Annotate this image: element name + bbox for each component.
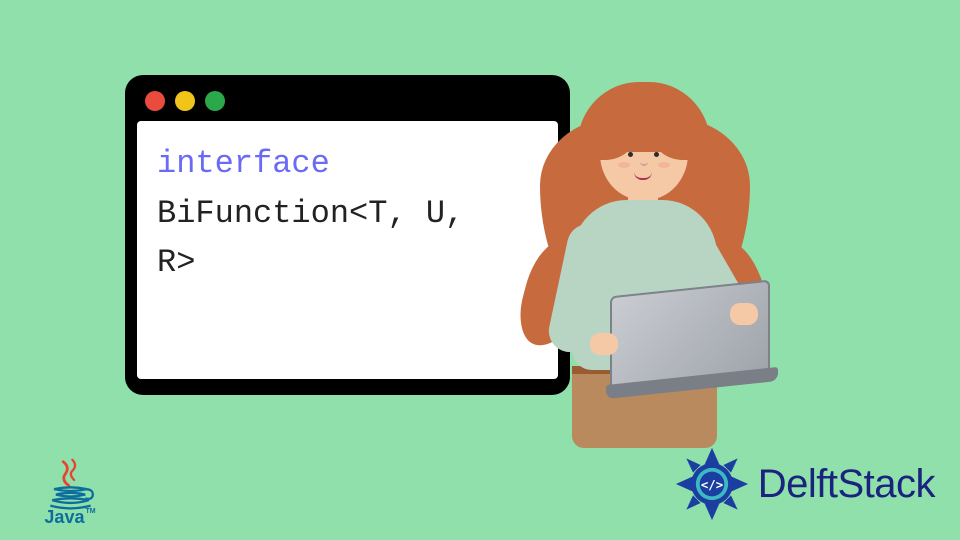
minimize-icon[interactable]	[175, 91, 195, 111]
java-cup-icon	[43, 458, 98, 513]
code-line-1: interface	[157, 139, 538, 189]
delftstack-emblem-icon: </>	[674, 446, 750, 522]
person-illustration	[500, 48, 820, 448]
maximize-icon[interactable]	[205, 91, 225, 111]
code-line-3: R>	[157, 238, 538, 288]
code-body: interface BiFunction<T, U, R>	[137, 121, 558, 379]
svg-text:</>: </>	[701, 478, 723, 492]
close-icon[interactable]	[145, 91, 165, 111]
java-label: JavaTM	[44, 507, 95, 528]
delftstack-logo: </> DelftStack	[674, 446, 935, 522]
window-titlebar	[137, 87, 558, 115]
code-keyword: interface	[157, 145, 330, 182]
java-logo: JavaTM	[35, 458, 105, 528]
delftstack-label: DelftStack	[758, 462, 935, 507]
code-line-2: BiFunction<T, U,	[157, 189, 538, 239]
